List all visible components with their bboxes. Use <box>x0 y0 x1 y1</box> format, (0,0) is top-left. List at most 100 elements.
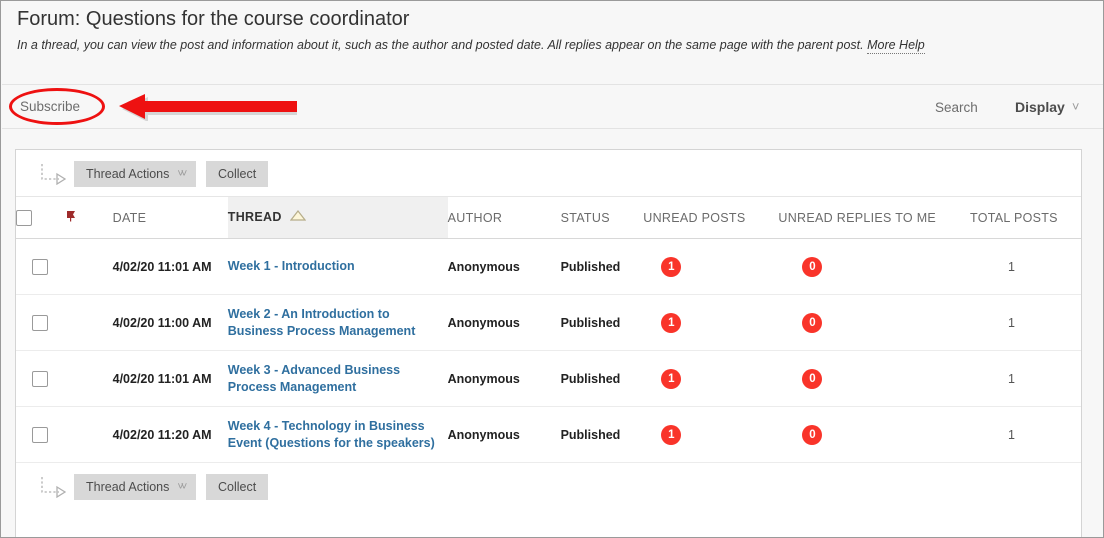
row-status-cell: Published <box>560 238 644 295</box>
select-all-checkbox[interactable] <box>16 209 32 226</box>
row-status-cell: Published <box>560 294 644 351</box>
search-button[interactable]: Search <box>935 100 978 115</box>
unread-replies-badge: 0 <box>802 368 823 389</box>
row-date: 4/02/20 11:01 AM <box>112 371 212 386</box>
table-row[interactable]: 4/02/20 11:01 AM Week 3 - Advanced Busin… <box>16 350 1081 407</box>
unread-posts-badge: 1 <box>661 424 682 445</box>
row-checkbox[interactable] <box>32 426 49 443</box>
subscribe-button[interactable]: Subscribe <box>20 99 80 114</box>
row-select-cell <box>16 350 65 407</box>
page-header: Forum: Questions for the course coordina… <box>2 2 1103 67</box>
column-header-unread-posts-label: UNREAD POSTS <box>643 210 746 225</box>
column-header-unread-replies[interactable]: UNREAD REPLIES TO ME <box>778 196 971 239</box>
flag-header <box>64 196 91 239</box>
row-flag-cell <box>64 406 91 463</box>
more-help-link[interactable]: More Help <box>867 38 925 54</box>
thread-actions-button[interactable]: Thread Actions ˅˅ <box>74 474 197 500</box>
action-bar: Subscribe Search Display ˅ <box>2 84 1103 129</box>
row-unread-replies-cell: 0 <box>778 238 971 295</box>
table-row[interactable]: 4/02/20 11:01 AM Week 1 - Introduction A… <box>16 238 1081 295</box>
unread-posts-badge: 1 <box>661 368 682 389</box>
row-date-cell: 4/02/20 11:01 AM <box>90 238 228 295</box>
row-total-posts-cell: 1 <box>970 238 1081 295</box>
toolbar-bottom: Thread Actions ˅˅ Collect <box>16 463 1081 509</box>
unread-posts-badge: 1 <box>661 312 682 333</box>
unread-replies-wrap: 0 <box>778 312 823 333</box>
page-title: Forum: Questions for the course coordina… <box>17 8 410 30</box>
row-total-posts-cell: 1 <box>970 350 1081 407</box>
table-row[interactable]: 4/02/20 11:20 AM Week 4 - Technology in … <box>16 406 1081 463</box>
flag-icon[interactable] <box>64 209 78 226</box>
dotted-arrow-icon <box>40 476 67 499</box>
select-all-header <box>16 196 65 239</box>
row-thread-cell: Week 1 - Introduction <box>227 238 448 295</box>
row-checkbox[interactable] <box>32 370 49 387</box>
row-unread-replies-cell: 0 <box>778 294 971 351</box>
row-unread-posts-cell: 1 <box>643 406 779 463</box>
column-header-author[interactable]: AUTHOR <box>447 196 561 239</box>
row-unread-replies-cell: 0 <box>778 350 971 407</box>
row-author: Anonymous <box>447 371 520 386</box>
unread-replies-wrap: 0 <box>778 368 823 389</box>
thread-link[interactable]: Week 2 - An Introduction to Business Pro… <box>228 306 448 340</box>
unread-replies-wrap: 0 <box>778 256 823 277</box>
row-author-cell: Anonymous <box>447 406 561 463</box>
collect-button[interactable]: Collect <box>206 474 269 500</box>
row-date: 4/02/20 11:00 AM <box>112 315 212 330</box>
total-posts-value: 1 <box>1008 315 1015 330</box>
thread-actions-label: Thread Actions <box>86 480 170 494</box>
double-chevron-down-icon: ˅˅ <box>177 168 187 180</box>
row-author-cell: Anonymous <box>447 238 561 295</box>
column-header-date-label: DATE <box>112 210 147 225</box>
total-posts-value: 1 <box>1008 371 1015 386</box>
row-select-cell <box>16 294 65 351</box>
row-date: 4/02/20 11:20 AM <box>112 427 212 442</box>
thread-link[interactable]: Week 3 - Advanced Business Process Manag… <box>228 362 448 396</box>
column-header-status[interactable]: STATUS <box>560 196 644 239</box>
unread-replies-wrap: 0 <box>778 424 823 445</box>
sort-ascending-triangle-icon[interactable] <box>289 209 306 224</box>
forum-window: Forum: Questions for the course coordina… <box>0 0 1104 538</box>
column-header-unread-posts[interactable]: UNREAD POSTS <box>643 196 779 239</box>
thread-actions-button[interactable]: Thread Actions ˅˅ <box>74 161 197 187</box>
row-status-cell: Published <box>560 406 644 463</box>
row-author-cell: Anonymous <box>447 294 561 351</box>
row-unread-posts-cell: 1 <box>643 238 779 295</box>
threads-card: Thread Actions ˅˅ Collect DATE THREAD AU… <box>15 149 1082 537</box>
unread-replies-badge: 0 <box>802 256 823 277</box>
collect-button[interactable]: Collect <box>206 161 269 187</box>
column-header-total-posts[interactable]: TOTAL POSTS <box>970 196 1081 239</box>
row-unread-posts-cell: 1 <box>643 294 779 351</box>
row-checkbox[interactable] <box>32 314 49 331</box>
column-header-thread-label: THREAD <box>227 210 282 225</box>
row-date-cell: 4/02/20 11:00 AM <box>90 294 228 351</box>
column-header-date[interactable]: DATE <box>90 196 228 239</box>
row-author: Anonymous <box>447 427 520 442</box>
table-row[interactable]: 4/02/20 11:00 AM Week 2 - An Introductio… <box>16 294 1081 351</box>
row-date-cell: 4/02/20 11:01 AM <box>90 350 228 407</box>
column-header-unread-replies-label: UNREAD REPLIES TO ME <box>778 210 937 225</box>
column-header-thread[interactable]: THREAD <box>227 196 448 239</box>
chevron-down-icon: ˅ <box>1071 99 1080 114</box>
row-select-cell <box>16 406 65 463</box>
total-posts-value: 1 <box>1008 259 1015 274</box>
thread-link[interactable]: Week 1 - Introduction <box>228 258 448 275</box>
status-badge: Published <box>560 427 621 442</box>
unread-posts-badge: 1 <box>661 256 682 277</box>
display-button[interactable]: Display ˅ <box>1015 99 1079 115</box>
row-flag-cell <box>64 294 91 351</box>
thread-actions-label: Thread Actions <box>86 167 170 181</box>
row-checkbox[interactable] <box>32 258 49 275</box>
unread-replies-badge: 0 <box>802 312 823 333</box>
row-date: 4/02/20 11:01 AM <box>112 259 212 274</box>
thread-link[interactable]: Week 4 - Technology in Business Event (Q… <box>228 418 448 452</box>
row-author-cell: Anonymous <box>447 350 561 407</box>
status-badge: Published <box>560 259 621 274</box>
row-thread-cell: Week 4 - Technology in Business Event (Q… <box>227 406 448 463</box>
row-flag-cell <box>64 350 91 407</box>
unread-replies-badge: 0 <box>802 424 823 445</box>
status-badge: Published <box>560 315 621 330</box>
row-flag-cell <box>64 238 91 295</box>
unread-posts-wrap: 1 <box>643 368 682 389</box>
display-button-label: Display <box>1015 99 1065 115</box>
